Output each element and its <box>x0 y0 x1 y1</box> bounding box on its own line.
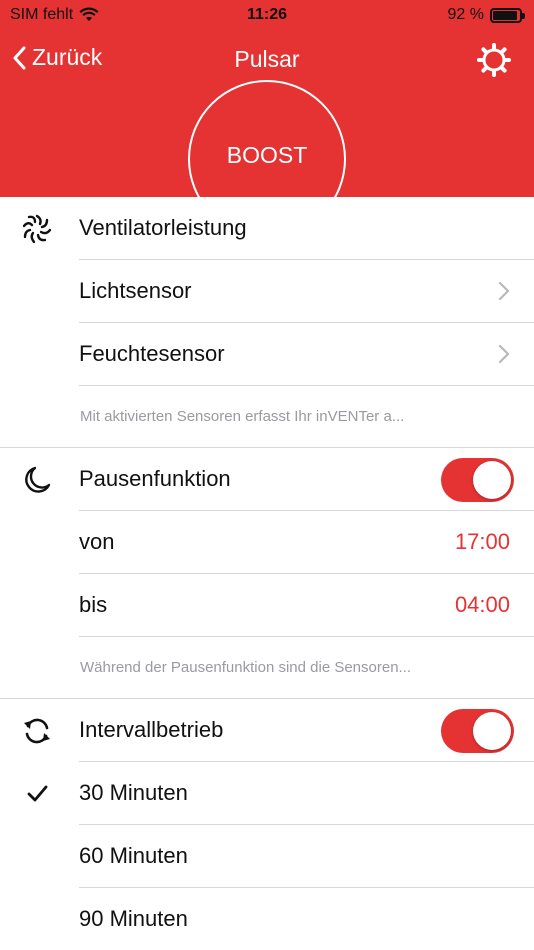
settings-list: Ventilatorleistung Lichtsensor Feuchtese… <box>0 197 534 950</box>
humidity-sensor-row[interactable]: Feuchtesensor <box>0 323 534 386</box>
battery-icon <box>490 7 525 23</box>
pause-to-label: bis <box>79 592 108 617</box>
interval-option-label: 60 Minuten <box>79 843 188 868</box>
interval-option-label: 90 Minuten <box>79 906 188 931</box>
nav-bar: Zurück Pulsar <box>0 40 534 84</box>
chevron-right-icon <box>498 344 510 364</box>
pause-function-row: Pausenfunktion <box>0 448 534 511</box>
header: SIM fehlt 11:26 92 % Zurück Pulsar BOOST <box>0 0 534 197</box>
humidity-sensor-label: Feuchtesensor <box>79 341 225 366</box>
fan-icon <box>22 214 52 244</box>
status-bar: SIM fehlt 11:26 92 % <box>0 0 534 32</box>
interval-mode-label: Intervallbetrieb <box>79 717 224 742</box>
pause-note: Während der Pausenfunktion sind die Sens… <box>0 637 534 699</box>
pause-function-label: Pausenfunktion <box>79 466 231 491</box>
interval-mode-toggle[interactable] <box>441 709 514 753</box>
interval-option-30[interactable]: 30 Minuten <box>0 762 534 825</box>
pause-from-row[interactable]: von 17:00 <box>0 511 534 574</box>
chevron-right-icon <box>498 281 510 301</box>
refresh-icon <box>24 718 50 744</box>
light-sensor-row[interactable]: Lichtsensor <box>0 260 534 323</box>
interval-option-label: 30 Minuten <box>79 780 188 805</box>
pause-from-label: von <box>79 529 115 554</box>
interval-option-60[interactable]: 60 Minuten <box>0 825 534 888</box>
light-sensor-label: Lichtsensor <box>79 278 192 303</box>
interval-option-90[interactable]: 90 Minuten <box>0 888 534 950</box>
sensor-note-text: Mit aktivierten Sensoren erfasst Ihr inV… <box>80 408 405 425</box>
battery-percent: 92 % <box>447 6 484 23</box>
fan-power-row[interactable]: Ventilatorleistung <box>0 197 534 260</box>
pause-note-text: Während der Pausenfunktion sind die Sens… <box>80 659 412 676</box>
pause-from-value[interactable]: 17:00 <box>455 529 510 555</box>
sensor-note: Mit aktivierten Sensoren erfasst Ihr inV… <box>0 386 534 448</box>
page-title: Pulsar <box>234 46 300 72</box>
pause-to-row[interactable]: bis 04:00 <box>0 574 534 637</box>
interval-mode-row: Intervallbetrieb <box>0 699 534 762</box>
gear-icon[interactable] <box>476 42 512 78</box>
pause-function-toggle[interactable] <box>441 458 514 502</box>
pause-to-value[interactable]: 04:00 <box>455 592 510 618</box>
fan-power-label: Ventilatorleistung <box>79 215 247 240</box>
boost-ring[interactable] <box>188 80 346 197</box>
boost-button[interactable]: BOOST <box>188 142 346 169</box>
checkmark-icon <box>27 785 48 802</box>
moon-icon <box>25 466 51 493</box>
